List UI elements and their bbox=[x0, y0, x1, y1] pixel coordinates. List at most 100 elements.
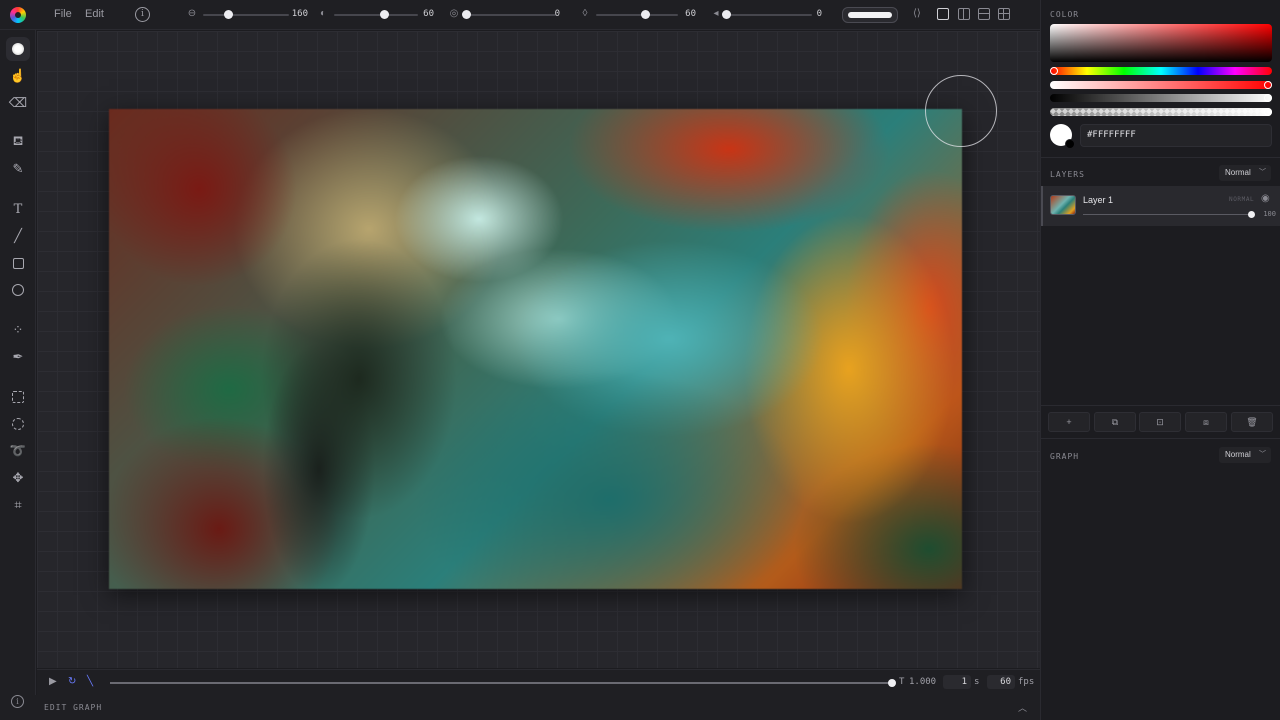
dropdown-value: Normal bbox=[1225, 450, 1251, 459]
canvas-viewport[interactable] bbox=[37, 31, 1040, 668]
slider-thumb[interactable] bbox=[641, 10, 651, 19]
fps-unit: fps bbox=[1018, 677, 1035, 687]
layer-item[interactable]: Layer 1 NORMAL ◉ 100 bbox=[1041, 186, 1280, 226]
smoothing-icon: ◂ bbox=[713, 8, 719, 19]
timeline-playhead[interactable] bbox=[888, 679, 896, 687]
play-icon[interactable]: ▶ bbox=[49, 676, 57, 687]
hex-color-input[interactable]: #FFFFFFFF bbox=[1080, 124, 1272, 147]
saturation-value-picker[interactable] bbox=[1050, 24, 1272, 62]
edit-graph-toggle[interactable]: EDIT GRAPH bbox=[44, 703, 102, 712]
ellipse-icon[interactable] bbox=[6, 278, 30, 302]
slider-thumb[interactable] bbox=[380, 10, 390, 19]
brush-icon[interactable] bbox=[6, 37, 30, 61]
opacity-value: 60 bbox=[423, 9, 434, 19]
rect-select-icon[interactable] bbox=[6, 385, 30, 409]
slider-thumb[interactable] bbox=[462, 10, 471, 19]
color-section-title: COLOR bbox=[1050, 10, 1080, 19]
slider-track[interactable] bbox=[596, 14, 678, 16]
slider-track[interactable] bbox=[334, 14, 418, 16]
fill-icon[interactable]: ⛾ bbox=[6, 130, 30, 154]
split-horizontal-icon[interactable] bbox=[978, 8, 990, 20]
contrast-icon: ◐ bbox=[319, 8, 327, 19]
slider-thumb[interactable] bbox=[722, 10, 731, 19]
pen-icon[interactable]: ✒ bbox=[6, 345, 30, 369]
graph-blend-dropdown[interactable]: Normal ﹀ bbox=[1219, 447, 1271, 463]
mask-layer-icon[interactable]: ⊡ bbox=[1139, 412, 1181, 432]
info-icon[interactable]: i bbox=[135, 7, 150, 22]
add-layer-icon[interactable]: + bbox=[1048, 412, 1090, 432]
lightness-slider[interactable] bbox=[1050, 94, 1272, 102]
hue-thumb[interactable] bbox=[1050, 67, 1058, 75]
scrub-icon[interactable]: ╲ bbox=[87, 676, 93, 687]
brush-preview-button[interactable] bbox=[842, 7, 898, 23]
chevron-up-icon[interactable]: ︿ bbox=[1018, 701, 1027, 714]
duplicate-layer-icon[interactable]: ⧉ bbox=[1094, 412, 1136, 432]
saturation-thumb[interactable] bbox=[1264, 81, 1272, 89]
side-panel: COLOR #FFFFFFFF LAYERS Normal ﹀ Layer 1 N… bbox=[1040, 0, 1280, 720]
points-icon[interactable]: ⁘ bbox=[6, 318, 30, 342]
merge-layer-icon[interactable]: ⧈ bbox=[1185, 412, 1227, 432]
painting-canvas[interactable] bbox=[109, 109, 962, 589]
layer-opacity-slider[interactable] bbox=[1083, 214, 1251, 215]
chevron-down-icon: ﹀ bbox=[1259, 169, 1266, 176]
move-icon[interactable]: ✥ bbox=[6, 466, 30, 490]
time-value: 1.000 bbox=[909, 677, 937, 687]
target-icon: ◎ bbox=[449, 8, 459, 19]
graph-section-title: GRAPH bbox=[1050, 452, 1080, 461]
single-view-icon[interactable] bbox=[937, 8, 949, 20]
info-icon[interactable]: i bbox=[11, 695, 24, 708]
timeline-bar: ▶ ↻ ╲ T 1.000 1 s 60 fps bbox=[37, 669, 1040, 695]
timeline-track[interactable] bbox=[110, 682, 892, 684]
eraser-icon[interactable]: ⌫ bbox=[6, 91, 30, 115]
fps-input[interactable]: 60 bbox=[987, 675, 1015, 689]
layer-mode-label: NORMAL bbox=[1229, 196, 1255, 203]
layer-opacity-thumb[interactable] bbox=[1248, 211, 1255, 218]
flow-value: 60 bbox=[685, 9, 696, 19]
divider bbox=[1041, 157, 1280, 158]
grid-view-icon[interactable] bbox=[998, 8, 1010, 20]
menu-edit[interactable]: Edit bbox=[85, 8, 104, 20]
alpha-thumb[interactable] bbox=[1264, 108, 1272, 116]
smoothing-value: 0 bbox=[816, 9, 822, 19]
layer-name[interactable]: Layer 1 bbox=[1083, 195, 1113, 205]
dropdown-value: Normal bbox=[1225, 168, 1251, 177]
delete-layer-icon[interactable]: 🗑 bbox=[1231, 412, 1273, 432]
ellipse-select-icon[interactable] bbox=[6, 412, 30, 436]
layer-blend-dropdown[interactable]: Normal ﹀ bbox=[1219, 165, 1271, 181]
eyedropper-icon[interactable]: ✎ bbox=[6, 157, 30, 181]
alpha-slider[interactable] bbox=[1050, 108, 1272, 116]
eye-icon[interactable]: ◉ bbox=[1261, 193, 1270, 204]
symmetry-icon[interactable]: ⟨⟩ bbox=[913, 8, 921, 19]
lightness-thumb[interactable] bbox=[1264, 94, 1272, 102]
duration-unit: s bbox=[974, 677, 980, 687]
app-logo[interactable] bbox=[10, 7, 26, 23]
saturation-slider[interactable] bbox=[1050, 81, 1272, 89]
split-vertical-icon[interactable] bbox=[958, 8, 970, 20]
brush-size-value: 160 bbox=[291, 9, 308, 19]
top-bar: File Edit i ⊖ 160 ◐ 60 ◎ 0 ◊ 60 ◂ 0 ⟨⟩ bbox=[0, 0, 1040, 30]
divider bbox=[1041, 438, 1280, 439]
chevron-down-icon: ﹀ bbox=[1259, 451, 1266, 458]
crop-icon[interactable]: ⌗ bbox=[6, 493, 30, 517]
lasso-icon[interactable]: ➰ bbox=[6, 439, 30, 463]
color-swatch[interactable] bbox=[1050, 124, 1075, 149]
layer-opacity-value: 100 bbox=[1263, 210, 1276, 218]
menu-file[interactable]: File bbox=[54, 8, 72, 20]
layers-section-title: LAYERS bbox=[1050, 170, 1085, 179]
rectangle-icon[interactable] bbox=[6, 251, 30, 275]
divider bbox=[1041, 405, 1280, 406]
slider-thumb[interactable] bbox=[223, 10, 233, 19]
layer-thumbnail bbox=[1050, 195, 1076, 215]
tool-bar: ☝ ⌫ ⛾ ✎ T ╱ ⁘ ✒ ➰ ✥ ⌗ bbox=[0, 30, 36, 720]
hue-slider[interactable] bbox=[1050, 67, 1272, 75]
smudge-icon[interactable]: ☝ bbox=[6, 64, 30, 88]
line-icon[interactable]: ╱ bbox=[6, 224, 30, 248]
duration-input[interactable]: 1 bbox=[943, 675, 971, 689]
hardness-value: 0 bbox=[554, 9, 560, 19]
bottom-bar: i EDIT GRAPH ︿ bbox=[0, 695, 1040, 720]
text-icon[interactable]: T bbox=[6, 197, 30, 221]
size-icon: ⊖ bbox=[187, 8, 197, 19]
slider-track[interactable] bbox=[203, 14, 289, 16]
brush-cursor bbox=[925, 75, 997, 147]
loop-icon[interactable]: ↻ bbox=[68, 676, 76, 687]
